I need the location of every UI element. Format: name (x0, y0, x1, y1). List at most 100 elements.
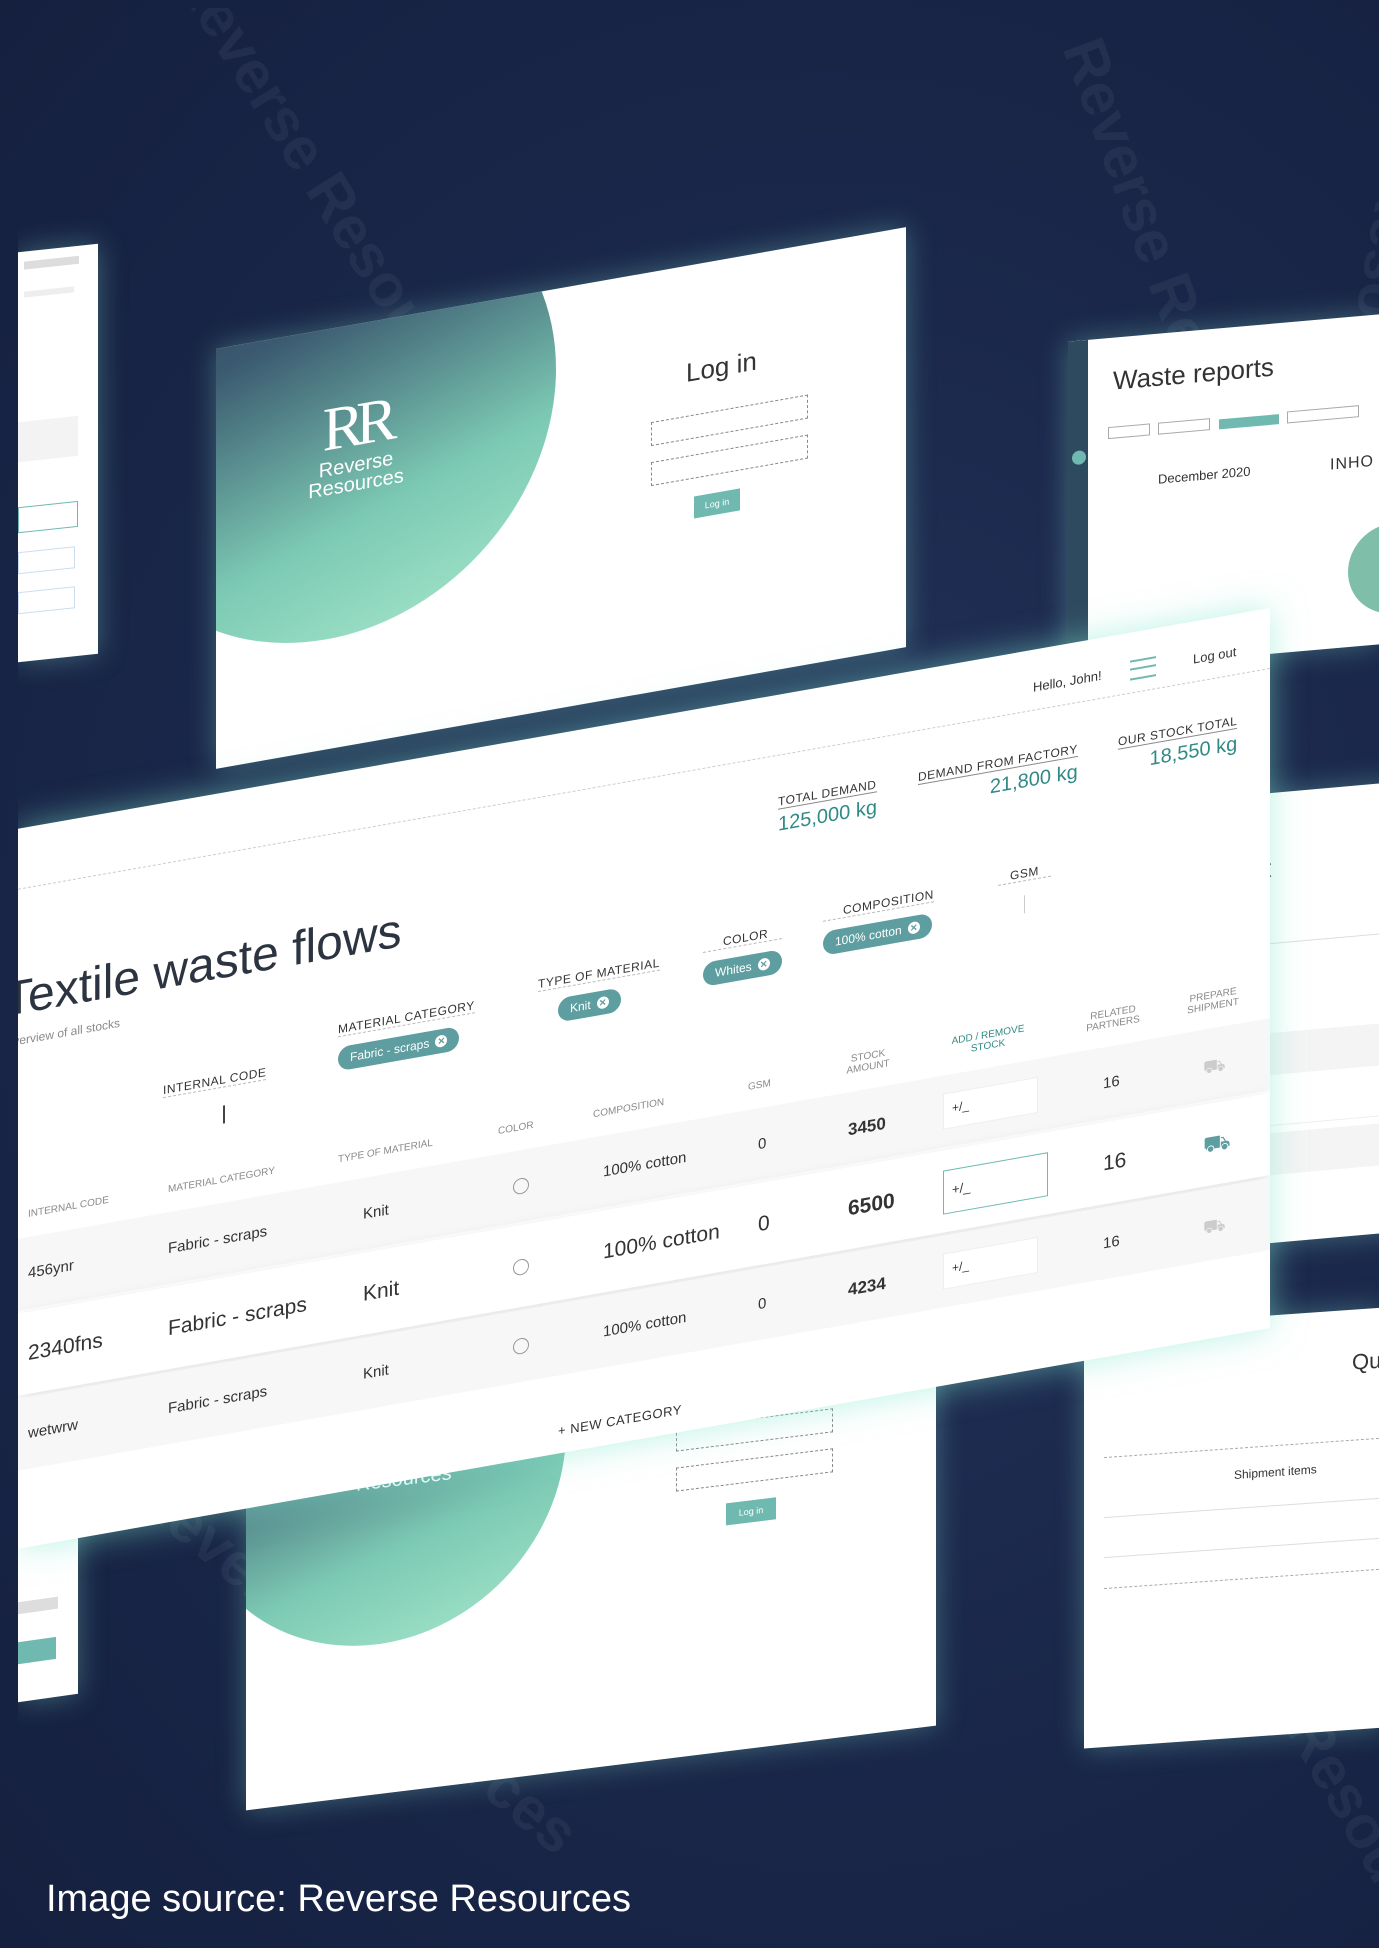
row (1258, 1071, 1379, 1128)
chip-color[interactable]: Whites ✕ (703, 949, 782, 987)
tab-active[interactable] (1218, 414, 1279, 430)
divider (1104, 1497, 1379, 1519)
filter-label: GSM (998, 861, 1051, 886)
cell-gsm: 0 (758, 1294, 767, 1314)
color-swatch[interactable] (513, 1257, 529, 1277)
column-header: PREPARE SHIPMENT (1187, 985, 1239, 1017)
cell-composition: 100% cotton (603, 1308, 687, 1341)
filter-input-cursor[interactable] (1023, 895, 1025, 914)
shipment-items-label: Shipment items (1234, 1462, 1317, 1482)
remove-chip-icon[interactable]: ✕ (435, 1034, 448, 1049)
cell-internal-code: 456ynr (28, 1256, 74, 1282)
chip-composition[interactable]: 100% cotton ✕ (823, 912, 932, 956)
report-donut (1348, 519, 1379, 618)
placeholder-bar (24, 255, 79, 270)
cell-material-category: Fabric - scraps (168, 1222, 268, 1258)
report-month: December 2020 (1158, 463, 1251, 487)
cell-stock-amount: 4234 (848, 1273, 886, 1300)
shipment-title-partial: Qua (1352, 1346, 1379, 1375)
login-button[interactable]: Log in (726, 1497, 776, 1526)
shipment-fields (1104, 1407, 1379, 1459)
truck-icon[interactable]: ⛟ (1203, 1128, 1231, 1162)
column-header: ADD / REMOVE STOCK (951, 1023, 1025, 1055)
divider (1104, 1537, 1379, 1559)
filter-input-cursor[interactable] (223, 1105, 225, 1124)
stock-adjust-input[interactable]: +/_ (943, 1152, 1048, 1215)
filter-material-category: MATERIAL CATEGORY Fabric - scraps ✕ (338, 998, 475, 1072)
column-header: MATERIAL CATEGORY (168, 1165, 275, 1196)
row (1258, 1021, 1379, 1077)
cell-internal-code: wetwrw (28, 1416, 79, 1442)
stock-adjust-input[interactable]: +/_ (943, 1076, 1038, 1130)
column-header: COLOR (498, 1119, 534, 1138)
remove-chip-icon[interactable]: ✕ (757, 957, 770, 972)
tab[interactable] (1158, 418, 1211, 435)
password-field[interactable] (651, 434, 808, 487)
sidebar (1068, 339, 1088, 672)
stat-our-stock-total: OUR STOCK TOTAL 18,550 kg (1118, 713, 1238, 777)
chip-label: Fabric - scraps (350, 1036, 430, 1065)
remove-chip-icon[interactable]: ✕ (907, 920, 920, 935)
cell-stock-amount: 3450 (848, 1113, 886, 1140)
cell-type-of-material: Knit (363, 1201, 389, 1223)
cell-composition: 100% cotton (603, 1148, 687, 1181)
column-header: INTERNAL CODE (28, 1194, 109, 1220)
remove-chip-icon[interactable]: ✕ (596, 995, 609, 1010)
divider (1258, 931, 1379, 946)
row (1258, 1121, 1379, 1177)
login-title: Log in (686, 345, 757, 388)
password-field[interactable] (676, 1448, 833, 1492)
menu-icon[interactable] (1130, 656, 1156, 681)
background: Reverse Resources Reverse Resources Reve… (0, 0, 1379, 1948)
column-header: RELATED PARTNERS (1086, 1003, 1140, 1035)
placeholder-button (18, 586, 75, 615)
chip-label: Knit (570, 997, 591, 1016)
truck-icon[interactable]: ⛟ (1203, 1214, 1226, 1242)
new-category-button[interactable]: + NEW CATEGORY (558, 1402, 682, 1439)
filter-tabs (1108, 401, 1379, 440)
placeholder-bar (18, 1596, 58, 1615)
filter-label: TYPE OF MATERIAL (538, 955, 660, 993)
filter-composition: COMPOSITION 100% cotton ✕ (823, 887, 934, 956)
shipment-screen: Qua Shipment items (1084, 1307, 1379, 1749)
cell-gsm: 0 (758, 1134, 767, 1154)
header-divider (18, 668, 1270, 890)
stat-demand-from-factory: DEMAND FROM FACTORY 21,800 kg (918, 741, 1078, 812)
cell-stock-amount: 6500 (848, 1189, 895, 1221)
placeholder-bar (24, 286, 74, 298)
right-partial-screen: t (1258, 781, 1379, 1245)
cell-related-partners: 16 (1103, 1148, 1127, 1176)
login-button[interactable]: Log in (694, 488, 740, 519)
textile-waste-flows-screen: Hello, John! Log out TOTAL DEMAND 125,00… (18, 608, 1270, 1549)
color-swatch[interactable] (513, 1336, 529, 1356)
chip-type-of-material[interactable]: Knit ✕ (558, 987, 621, 1023)
page-title: Textile waste flows (18, 904, 402, 1028)
logout-link[interactable]: Log out (1193, 644, 1236, 667)
cell-internal-code: 2340fns (28, 1328, 103, 1365)
cell-type-of-material: Knit (363, 1361, 389, 1383)
column-header: STOCK AMOUNT (846, 1047, 890, 1077)
column-header: GSM (748, 1078, 771, 1094)
placeholder-button (18, 546, 75, 575)
tab[interactable] (1108, 423, 1150, 440)
filter-type-of-material: TYPE OF MATERIAL Knit ✕ (538, 955, 660, 1026)
column-header: TYPE OF MATERIAL (338, 1137, 433, 1166)
color-swatch[interactable] (513, 1176, 529, 1196)
chip-label: Whites (715, 959, 752, 980)
cell-type-of-material: Knit (363, 1276, 400, 1306)
cell-composition: 100% cotton (603, 1220, 720, 1264)
login-screen: RR Reverse Resources Log in Log in (216, 227, 906, 769)
greeting: Hello, John! (1033, 667, 1102, 695)
stock-adjust-input[interactable]: +/_ (943, 1236, 1038, 1290)
filter-label: COLOR (703, 924, 782, 953)
cell-material-category: Fabric - scraps (168, 1292, 307, 1341)
chip-label: 100% cotton (835, 922, 902, 949)
image-frame: Reverse Resources Reverse Resources Reve… (18, 8, 1379, 1948)
report-tab-partial: INHO (1330, 452, 1374, 474)
filter-color: COLOR Whites ✕ (703, 924, 782, 987)
cell-related-partners: 16 (1103, 1072, 1120, 1093)
brand-logo: RR Reverse Resources (306, 385, 406, 503)
truck-icon[interactable]: ⛟ (1203, 1054, 1226, 1082)
image-caption: Image source: Reverse Resources (46, 1878, 632, 1920)
tab[interactable] (1287, 405, 1360, 424)
